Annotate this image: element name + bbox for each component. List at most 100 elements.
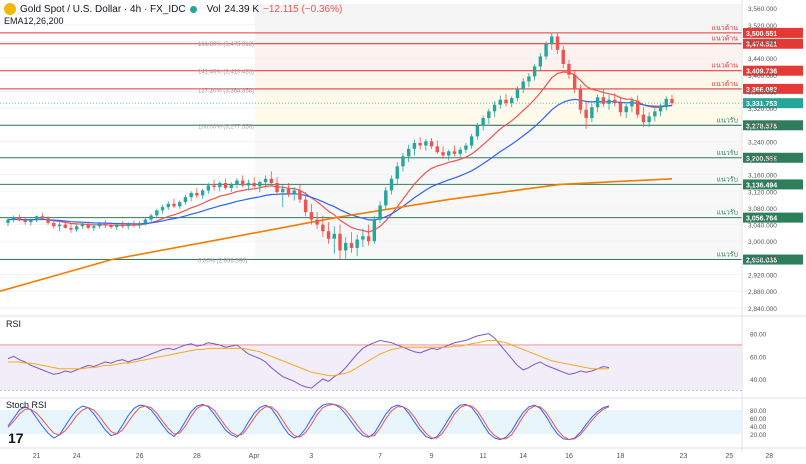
candle-body xyxy=(189,192,193,198)
candle-body xyxy=(441,152,445,156)
rsi-pane-label[interactable]: RSI xyxy=(6,319,21,329)
price-tick: 3,360.000 xyxy=(748,89,777,96)
candle-body xyxy=(435,146,440,153)
candle-body xyxy=(561,49,565,64)
candle-body xyxy=(74,226,79,230)
candle-body xyxy=(653,111,657,117)
candle-body xyxy=(17,217,22,221)
candle-body xyxy=(23,220,27,223)
candle-body xyxy=(567,63,571,75)
price-tick: 3,240.000 xyxy=(748,139,777,146)
candle-body xyxy=(109,225,113,228)
level-price-label: 3,500.551 xyxy=(746,31,777,38)
time-tick: 7 xyxy=(378,453,382,460)
price-tick: 3,400.000 xyxy=(748,73,777,80)
candle-body xyxy=(92,226,96,228)
candle-body xyxy=(521,81,525,89)
candle-body xyxy=(206,185,211,191)
candle-body xyxy=(601,97,606,104)
price-tick: 2,880.000 xyxy=(748,289,777,296)
candle-body xyxy=(538,56,543,67)
candle-body xyxy=(630,100,634,107)
price-tick: 3,280.000 xyxy=(748,123,777,130)
level-tag-support: แนวรับ xyxy=(717,209,738,217)
candle-body xyxy=(613,99,617,104)
fib-label: 100.00% (3,277.556) xyxy=(198,125,254,131)
candle-body xyxy=(429,141,434,147)
level-tag-resistance: แนวต้าน xyxy=(712,35,739,43)
candle-body xyxy=(481,118,485,126)
stoch-tick: 60.00 xyxy=(750,416,767,423)
symbol-title[interactable]: Gold Spot / U.S. Dollar · 4h · FX_IDC xyxy=(20,4,186,15)
candle-body xyxy=(349,242,354,248)
stoch-pane-label[interactable]: Stoch RSI xyxy=(6,400,47,410)
price-tick: 3,520.000 xyxy=(748,23,777,30)
time-tick: 11 xyxy=(479,453,486,460)
candle-body xyxy=(132,223,136,226)
level-tag-support: แนวรับ xyxy=(717,251,738,259)
stoch-tick: 20.00 xyxy=(750,432,767,439)
time-tick: 28 xyxy=(765,453,773,460)
fib-band xyxy=(255,89,742,126)
price-tick: 2,960.000 xyxy=(748,256,777,263)
candle-body xyxy=(372,219,377,242)
gold-logo-icon xyxy=(4,3,16,15)
candle-body xyxy=(252,182,256,187)
candle-body xyxy=(52,222,56,227)
candle-body xyxy=(355,239,359,248)
stoch-pane: 80.0060.0040.0020.00 xyxy=(0,397,806,441)
market-status-icon xyxy=(189,5,197,13)
candle-body xyxy=(504,99,508,104)
candle-body xyxy=(584,109,588,119)
candle-body xyxy=(212,185,216,188)
time-tick: 21 xyxy=(33,453,41,460)
rsi-tick: 80.00 xyxy=(750,332,767,339)
candle-body xyxy=(86,224,90,228)
candle-body xyxy=(555,36,560,50)
candle-body xyxy=(80,224,85,227)
ema-legend[interactable]: EMA12,26,200 xyxy=(4,16,64,26)
candle-body xyxy=(487,111,491,119)
fib-label: 0.00% (2,956.590) xyxy=(198,258,247,264)
candle-body xyxy=(298,190,302,200)
candle-body xyxy=(97,223,102,227)
candle-body xyxy=(126,223,130,227)
price-tick: 3,080.000 xyxy=(748,206,777,213)
candle-body xyxy=(326,231,331,239)
candle-body xyxy=(469,136,474,146)
price-tick: 3,440.000 xyxy=(748,56,777,63)
time-tick: 16 xyxy=(565,453,573,460)
candle-body xyxy=(595,97,600,108)
candle-body xyxy=(658,107,663,112)
candle-body xyxy=(309,212,314,220)
candle-body xyxy=(143,219,148,223)
candle-body xyxy=(389,178,394,191)
time-tick: 3 xyxy=(309,453,313,460)
candle-body xyxy=(246,182,251,186)
candle-body xyxy=(103,223,108,226)
price-tick: 3,000.000 xyxy=(748,239,777,246)
candle-body xyxy=(29,220,33,223)
price-tick: 3,200.000 xyxy=(748,156,777,163)
candle-body xyxy=(498,99,502,105)
candle-body xyxy=(578,88,583,110)
candle-body xyxy=(664,98,668,108)
candle-body xyxy=(647,116,651,123)
candle-body xyxy=(286,188,291,195)
candle-body xyxy=(424,141,428,146)
candle-body xyxy=(200,190,205,196)
time-axis: 21242628Apr37911141618232528May5 xyxy=(0,447,806,460)
candle-body xyxy=(137,222,142,226)
candle-body xyxy=(550,36,554,44)
rsi-pane: 80.00 60.00 40.00 xyxy=(0,315,806,391)
time-tick: 9 xyxy=(430,453,434,460)
volume-label: Vol xyxy=(206,3,221,15)
time-tick: 14 xyxy=(519,453,527,460)
candle-body xyxy=(527,76,531,82)
candle-body xyxy=(149,215,153,220)
candle-body xyxy=(115,224,119,228)
candle-body xyxy=(544,43,548,57)
candle-body xyxy=(624,106,628,113)
level-tag-support: แนวรับ xyxy=(717,116,738,124)
candle-body xyxy=(401,156,405,167)
